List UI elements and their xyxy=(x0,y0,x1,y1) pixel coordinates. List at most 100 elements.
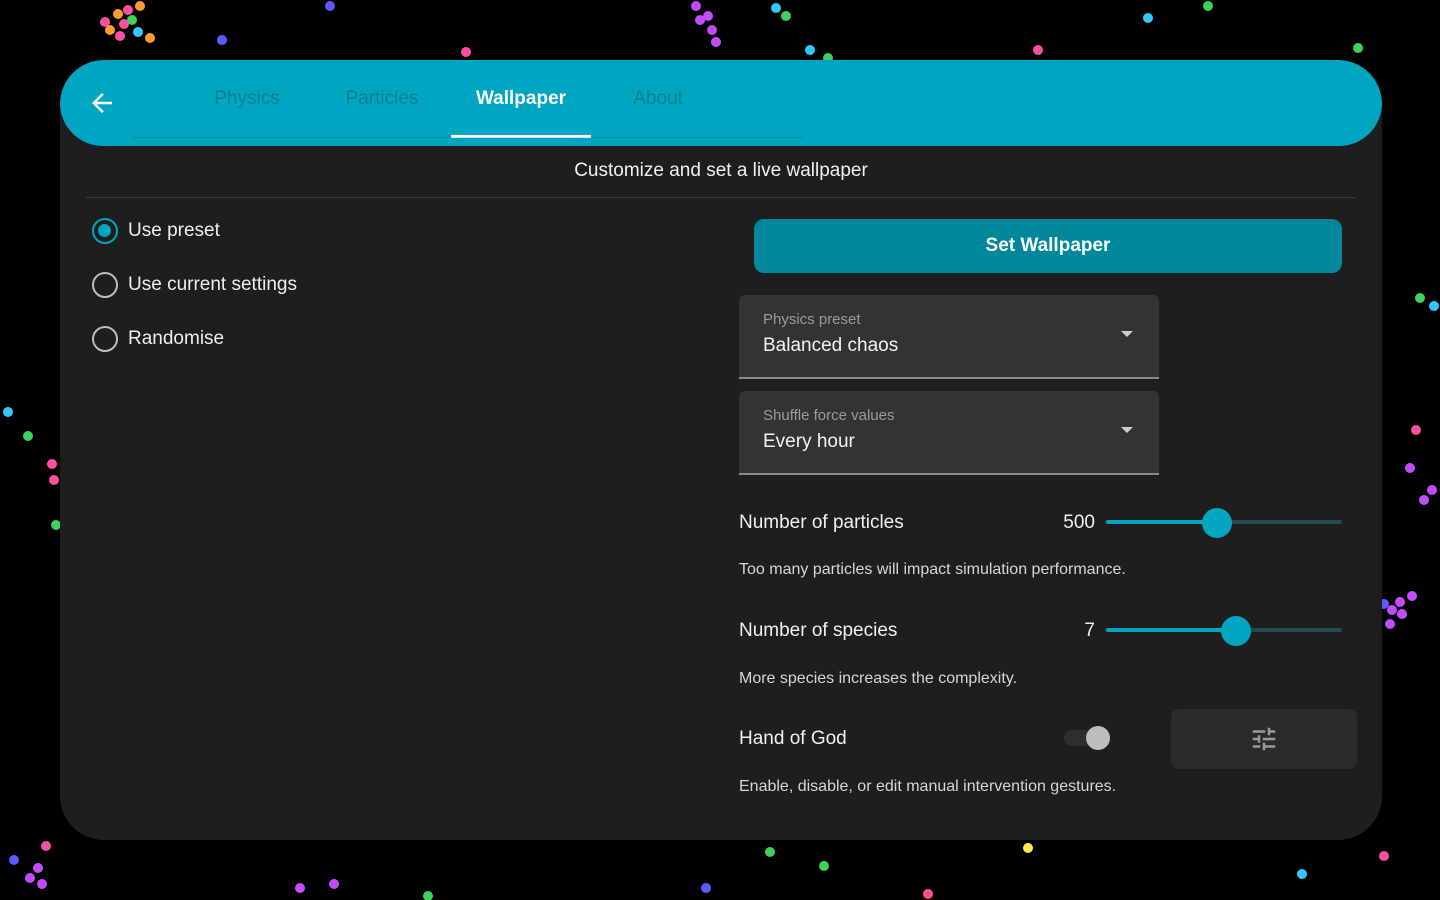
radio-label: Randomise xyxy=(128,328,225,349)
particle-dot xyxy=(217,35,227,45)
particle-dot xyxy=(1353,43,1363,53)
radio-randomise[interactable]: Randomise xyxy=(92,326,224,352)
particle-dot xyxy=(127,15,137,25)
particle-dot xyxy=(1033,45,1043,55)
particles-helper-text: Too many particles will impact simulatio… xyxy=(739,561,1126,578)
divider xyxy=(86,197,1356,198)
tune-sliders-icon xyxy=(1252,727,1276,751)
particle-dot xyxy=(1379,851,1389,861)
particle-dot xyxy=(41,841,51,851)
particle-dot xyxy=(423,891,433,900)
radio-use-preset[interactable]: Use preset xyxy=(92,218,220,244)
particle-dot xyxy=(325,1,335,11)
tab-bar: Physics Particles Wallpaper About xyxy=(132,60,804,146)
particle-dot xyxy=(765,847,775,857)
dropdown-label: Shuffle force values xyxy=(763,407,895,424)
particle-dot xyxy=(33,863,43,873)
tab-about[interactable]: About xyxy=(600,60,716,138)
slider-fill xyxy=(1106,520,1217,524)
particle-dot xyxy=(1419,495,1429,505)
hand-of-god-label: Hand of God xyxy=(739,728,847,749)
particle-dot xyxy=(1395,597,1405,607)
shuffle-force-dropdown[interactable]: Shuffle force values Every hour xyxy=(739,391,1159,475)
particle-dot xyxy=(135,1,145,11)
dropdown-arrow-icon xyxy=(1121,331,1133,337)
particle-dot xyxy=(1405,463,1415,473)
species-helper-text: More species increases the complexity. xyxy=(739,670,1018,687)
particle-dot xyxy=(1143,13,1153,23)
particle-dot xyxy=(1023,843,1033,853)
particle-dot xyxy=(9,855,19,865)
particle-dot xyxy=(47,459,57,469)
particle-dot xyxy=(1411,425,1421,435)
back-button[interactable] xyxy=(82,83,122,123)
particle-dot xyxy=(1429,301,1439,311)
species-value: 7 xyxy=(1084,620,1095,641)
radio-button[interactable] xyxy=(92,272,118,298)
hand-of-god-toggle[interactable] xyxy=(1060,724,1112,752)
particle-dot xyxy=(1385,619,1395,629)
particle-dot xyxy=(1203,1,1213,11)
particle-dot xyxy=(115,31,125,41)
particles-slider[interactable] xyxy=(1106,508,1342,538)
particles-label: Number of particles xyxy=(739,512,904,533)
particle-dot xyxy=(133,27,143,37)
settings-panel: Physics Particles Wallpaper About Custom… xyxy=(60,60,1382,840)
tab-particles[interactable]: Particles xyxy=(322,60,442,138)
toggle-knob xyxy=(1086,726,1110,750)
slider-fill xyxy=(1106,628,1236,632)
radio-use-current-settings[interactable]: Use current settings xyxy=(92,272,297,298)
set-wallpaper-button[interactable]: Set Wallpaper xyxy=(754,219,1342,273)
particle-dot xyxy=(691,1,701,11)
page-subtitle: Customize and set a live wallpaper xyxy=(574,160,868,181)
radio-label: Use preset xyxy=(128,220,220,241)
particle-dot xyxy=(695,15,705,25)
particle-dot xyxy=(49,475,59,485)
particle-dot xyxy=(701,883,711,893)
particle-dot xyxy=(123,5,133,15)
particle-dot xyxy=(1387,605,1397,615)
particle-dot xyxy=(1297,869,1307,879)
particle-dot xyxy=(3,407,13,417)
dropdown-value: Every hour xyxy=(763,431,855,452)
particle-dot xyxy=(1407,591,1417,601)
tab-underline xyxy=(132,137,804,138)
dropdown-label: Physics preset xyxy=(763,311,861,328)
particle-dot xyxy=(105,25,115,35)
arrow-left-icon xyxy=(92,93,112,113)
tab-physics[interactable]: Physics xyxy=(192,60,302,138)
slider-thumb[interactable] xyxy=(1201,508,1232,538)
particle-dot xyxy=(145,33,155,43)
radio-button[interactable] xyxy=(92,218,118,244)
particle-dot xyxy=(113,9,123,19)
particle-dot xyxy=(329,879,339,889)
particle-dot xyxy=(295,883,305,893)
slider-thumb[interactable] xyxy=(1220,616,1251,646)
tab-wallpaper[interactable]: Wallpaper xyxy=(451,60,591,138)
particle-dot xyxy=(711,37,721,47)
particle-dot xyxy=(37,879,47,889)
app-bar: Physics Particles Wallpaper About xyxy=(60,60,1382,146)
particle-dot xyxy=(707,25,717,35)
particle-dot xyxy=(1415,293,1425,303)
particle-dot xyxy=(771,3,781,13)
particle-dot xyxy=(25,873,35,883)
hand-of-god-helper-text: Enable, disable, or edit manual interven… xyxy=(739,778,1117,795)
particle-dot xyxy=(819,861,829,871)
particle-dot xyxy=(781,11,791,21)
particles-value: 500 xyxy=(1063,512,1095,533)
dropdown-value: Balanced chaos xyxy=(763,335,899,356)
particle-dot xyxy=(461,47,471,57)
particle-dot xyxy=(923,889,933,899)
species-slider[interactable] xyxy=(1106,616,1342,646)
physics-preset-dropdown[interactable]: Physics preset Balanced chaos xyxy=(739,295,1159,379)
particle-dot xyxy=(23,431,33,441)
radio-label: Use current settings xyxy=(128,274,297,295)
particle-dot xyxy=(1427,485,1437,495)
particle-dot xyxy=(1397,609,1407,619)
dropdown-arrow-icon xyxy=(1121,427,1133,433)
radio-button[interactable] xyxy=(92,326,118,352)
hand-of-god-edit-button[interactable] xyxy=(1171,709,1357,769)
particle-dot xyxy=(805,45,815,55)
species-label: Number of species xyxy=(739,620,898,641)
